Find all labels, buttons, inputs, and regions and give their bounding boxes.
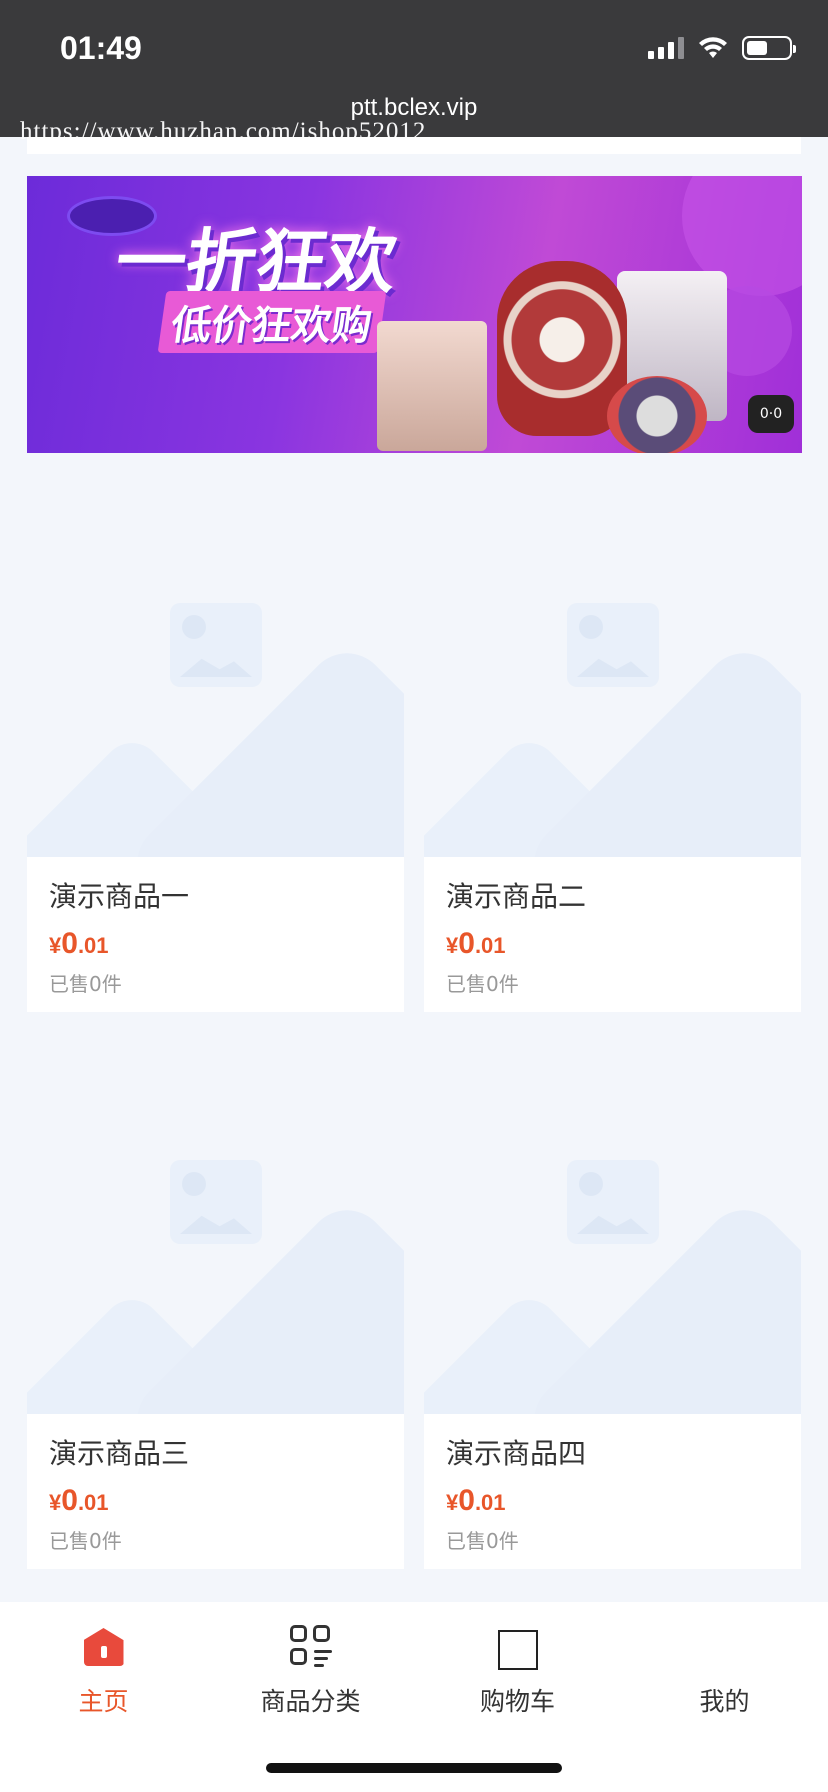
status-time: 01:49 [60,30,142,66]
image-placeholder-icon [170,603,262,687]
status-icons [648,36,796,60]
product-name: 演示商品四 [446,1437,587,1470]
product-image-placeholder [424,1012,801,1414]
promo-banner[interactable]: 一折狂欢 低价狂欢购 0·0 [27,176,802,453]
product-price: ¥0.01 [446,1484,506,1517]
image-placeholder-icon [567,1160,659,1244]
appliance-illustration [607,376,707,453]
product-name: 演示商品二 [446,880,587,913]
product-card[interactable]: 演示商品一 ¥0.01 已售0件 [27,455,404,1012]
status-bar: 01:49 ptt.bclex.vip https://www.huzhan.c… [0,0,828,145]
tab-label: 主页 [78,1687,129,1716]
category-icon [289,1624,333,1668]
product-info: 演示商品二 ¥0.01 已售0件 [424,857,801,1012]
wifi-icon [699,37,727,58]
tab-profile[interactable]: 我的 [621,1624,828,1724]
product-info: 演示商品一 ¥0.01 已售0件 [27,857,404,1012]
tab-home[interactable]: 主页 [0,1624,207,1724]
home-icon [83,1628,124,1666]
tab-label: 我的 [699,1687,750,1716]
product-name: 演示商品一 [49,880,190,913]
tab-label: 商品分类 [260,1687,361,1716]
product-image-placeholder [424,455,801,857]
tab-categories[interactable]: 商品分类 [207,1624,414,1724]
product-sold-count: 已售0件 [446,1529,519,1553]
product-name: 演示商品三 [49,1437,190,1470]
product-card[interactable]: 演示商品三 ¥0.01 已售0件 [27,1012,404,1569]
home-indicator[interactable] [266,1763,562,1773]
product-card[interactable]: 演示商品四 ¥0.01 已售0件 [424,1012,801,1569]
product-price: ¥0.01 [446,927,506,960]
tmall-cat-badge: 0·0 [748,395,794,433]
tab-label: 购物车 [479,1687,555,1716]
product-sold-count: 已售0件 [49,972,122,996]
appliance-illustration [377,321,487,451]
tab-cart[interactable]: 购物车 [414,1624,621,1724]
signal-icon [648,37,684,59]
battery-icon [742,36,796,60]
product-card[interactable]: 演示商品二 ¥0.01 已售0件 [424,455,801,1012]
product-info: 演示商品三 ¥0.01 已售0件 [27,1414,404,1569]
product-info: 演示商品四 ¥0.01 已售0件 [424,1414,801,1569]
image-placeholder-icon [170,1160,262,1244]
product-sold-count: 已售0件 [49,1529,122,1553]
banner-subtitle: 低价狂欢购 [157,291,387,353]
top-strip [27,137,801,154]
product-image-placeholder [27,455,404,857]
product-price: ¥0.01 [49,927,109,960]
cart-icon [497,1630,538,1670]
user-icon [703,1624,747,1668]
product-image-placeholder [27,1012,404,1414]
product-sold-count: 已售0件 [446,972,519,996]
product-price: ¥0.01 [49,1484,109,1517]
image-placeholder-icon [567,603,659,687]
